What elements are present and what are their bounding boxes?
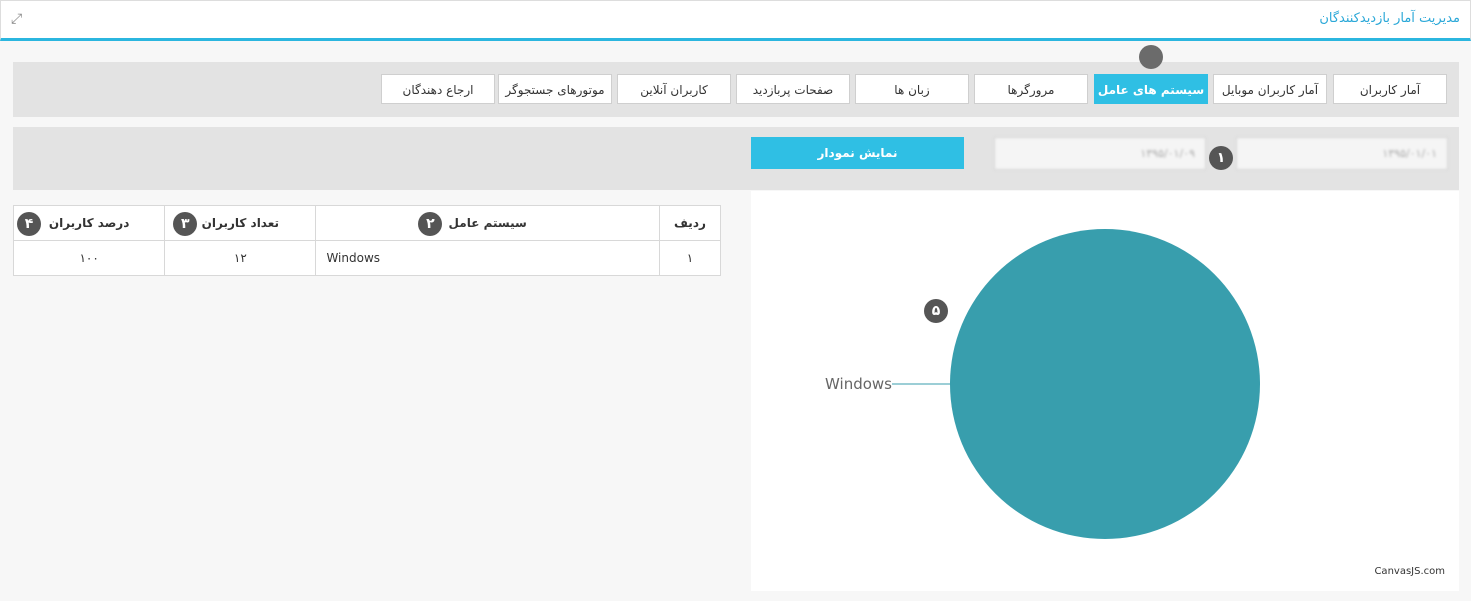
tab-users-stats[interactable]: آمار کاربران [1333,74,1447,104]
from-date-input[interactable]: ۱۳۹۵/۰۱/۰۱ [1236,137,1448,170]
expand-icon[interactable]: ⤢ [11,11,22,27]
column-header-os: سیستم عامل ۲ [315,205,660,241]
tabs-bar: آمار کاربران آمار کاربران موبایل سیستم ه… [13,62,1459,117]
cell-percent: ۱۰۰ [12,240,166,276]
cell-count: ۱۲ [164,240,317,276]
indicator-dot [1139,45,1163,69]
to-date-input[interactable]: ۱۳۹۵/۰۱/۰۹ [994,137,1206,170]
table-header-row: ردیف سیستم عامل ۲ تعداد کاربران ۳ درصد ک… [12,205,722,241]
tab-browsers[interactable]: مرورگرها [974,74,1088,104]
filter-bar: ۱۳۹۵/۰۱/۰۱ ۱۳۹۵/۰۱/۰۹ نمایش نمودار [13,127,1459,190]
tab-online-users[interactable]: کاربران آنلاین [617,74,731,104]
column-header-os-label: سیستم عامل [448,216,527,230]
tab-popular-pages[interactable]: صفحات پربازدید [736,74,850,104]
column-header-index: ردیف [658,205,722,241]
badge-1: ۱ [1209,146,1233,170]
os-stats-table: ردیف سیستم عامل ۲ تعداد کاربران ۳ درصد ک… [12,205,722,276]
chart-credit[interactable]: CanvasJS.com [1374,566,1445,577]
badge-3: ۳ [173,212,198,236]
cell-os: Windows [315,240,660,276]
pie-chart: Windows [825,229,1260,539]
tab-operating-systems[interactable]: سیستم های عامل [1094,74,1208,104]
show-chart-button[interactable]: نمایش نمودار [751,137,964,169]
column-header-count: تعداد کاربران ۳ [164,205,317,241]
tab-search-engines[interactable]: موتورهای جستجوگر [498,74,612,104]
tab-languages[interactable]: زبان ها [855,74,969,104]
badge-4: ۴ [17,212,41,236]
chart-area: Windows CanvasJS.com [751,191,1459,591]
badge-5: ۵ [924,299,948,323]
column-header-percent-label: درصد کاربران [48,216,130,230]
column-header-count-label: تعداد کاربران [201,216,280,230]
table-row: ۱ Windows ۱۲ ۱۰۰ [12,240,722,276]
badge-2: ۲ [418,212,443,236]
cell-index: ۱ [658,240,722,276]
pie-label-windows: Windows [825,375,892,393]
tab-referrers[interactable]: ارجاع دهندگان [381,74,495,104]
tab-mobile-users-stats[interactable]: آمار کاربران موبایل [1213,74,1327,104]
pie-slice-windows[interactable] [950,229,1260,539]
column-header-percent: درصد کاربران ۴ [12,205,166,241]
page-header: مدیریت آمار بازدیدکنندگان ⤢ [0,0,1471,41]
page-title: مدیریت آمار بازدیدکنندگان [1319,11,1460,26]
